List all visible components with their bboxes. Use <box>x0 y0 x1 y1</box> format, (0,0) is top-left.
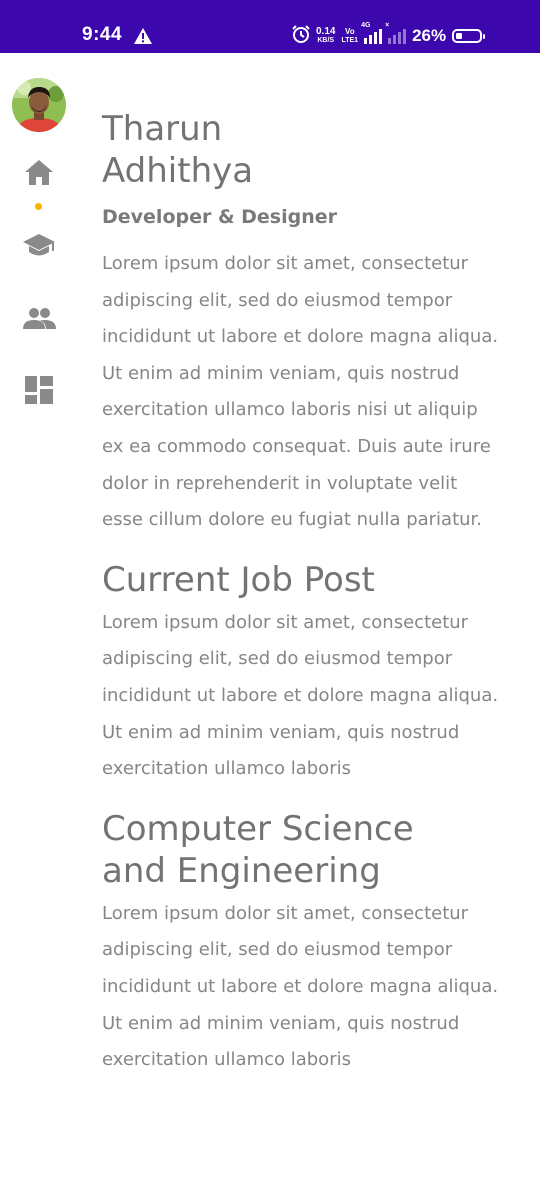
nav-home[interactable] <box>22 156 56 190</box>
battery-icon <box>452 29 486 43</box>
profile-name: Tharun Adhithya <box>102 108 502 192</box>
active-nav-indicator <box>35 203 42 210</box>
profile-content: Tharun Adhithya Developer & Designer Lor… <box>102 108 502 1079</box>
people-icon <box>23 308 56 329</box>
sim2-no-service: × <box>385 22 390 29</box>
profile-last-name: Adhithya <box>102 151 254 191</box>
profile-role: Developer & Designer <box>102 206 338 228</box>
sim1-network-type: 4G <box>361 22 371 29</box>
nav-dashboard[interactable] <box>22 373 56 407</box>
volte-top: Vo <box>344 27 355 36</box>
network-speed-unit: KB/S <box>317 37 335 44</box>
network-speed-value: 0.14 <box>316 26 336 37</box>
status-icons: 0.14 KB/S Vo LTE1 4G × 26% <box>292 22 486 48</box>
battery-fill <box>456 33 463 39</box>
section-title-job: Current Job Post <box>102 559 375 600</box>
home-icon <box>25 160 53 185</box>
status-time: 9:44 <box>82 24 123 45</box>
warning-icon <box>134 28 152 48</box>
dashboard-icon <box>25 376 53 404</box>
section-title-education: Computer Science and Engineering <box>102 808 414 891</box>
sim2-signal-icon: × <box>385 22 407 44</box>
section-body-education: Lorem ipsum dolor sit amet, consectetur … <box>102 902 499 1071</box>
avatar[interactable] <box>12 78 66 132</box>
status-bar: 9:44 0.14 KB/S Vo LTE1 4G × 26% <box>0 0 540 53</box>
section-body-job: Lorem ipsum dolor sit amet, consectetur … <box>102 611 499 780</box>
alarm-icon <box>292 25 310 47</box>
battery-percent: 26% <box>412 26 447 45</box>
profile-bio: Lorem ipsum dolor sit amet, consectetur … <box>102 253 499 531</box>
nav-education[interactable] <box>22 229 56 263</box>
volte-bottom: LTE1 <box>341 37 359 44</box>
nav-people[interactable] <box>22 301 56 335</box>
network-speed: 0.14 KB/S <box>316 27 335 45</box>
profile-first-name: Tharun <box>102 109 223 149</box>
sim1-signal-icon: 4G <box>361 22 383 44</box>
graduation-cap-icon <box>23 234 55 256</box>
volte-indicator: Vo LTE1 <box>341 27 358 45</box>
